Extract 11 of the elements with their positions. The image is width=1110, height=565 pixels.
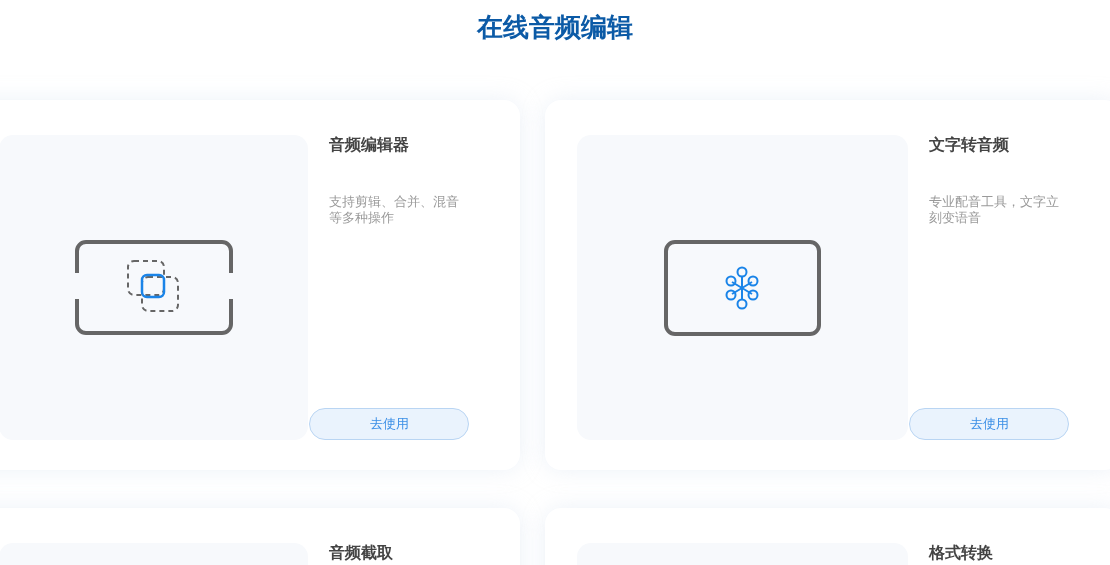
crop-frame-icon [73, 238, 234, 337]
tool-name: 音频编辑器 [329, 135, 410, 155]
tool-description: 支持剪辑、合并、混音等多种操作 [329, 194, 460, 226]
use-button[interactable]: 去使用 [909, 408, 1069, 440]
use-button[interactable]: 去使用 [309, 408, 469, 440]
tool-description: 专业配音工具，文字立刻变语音 [929, 194, 1060, 226]
page-title: 在线音频编辑 [475, 11, 634, 44]
tool-name: 格式转换 [929, 543, 994, 563]
node-cluster-icon [664, 239, 821, 336]
tool-name: 文字转音频 [929, 135, 1010, 155]
tool-name: 音频截取 [329, 543, 394, 563]
